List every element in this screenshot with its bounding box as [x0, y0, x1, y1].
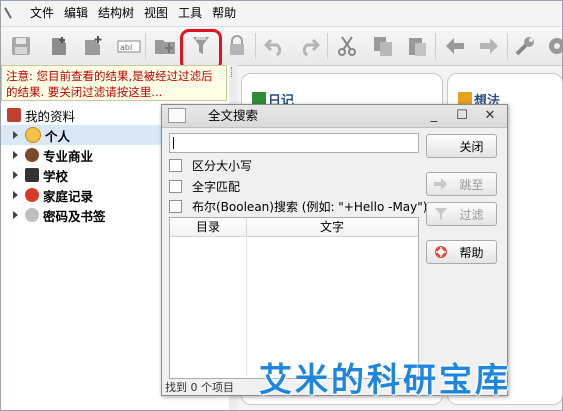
heart-icon [25, 188, 39, 202]
filter-notice[interactable]: 注意: 您目前查看的结果,是被经过过滤后的结果. 要关闭过滤请按这里... [1, 65, 227, 101]
tree-root-label: 我的资料 [25, 108, 76, 124]
toolbar-separator [255, 33, 256, 59]
svg-text:abl: abl [120, 43, 132, 52]
option-whole-word[interactable]: 全字匹配 [169, 178, 240, 195]
toolbar-separator [145, 33, 146, 59]
toolbar-separator [435, 33, 436, 59]
column-folder[interactable]: 目录 [170, 218, 247, 236]
forward-icon[interactable] [475, 32, 503, 60]
option-label: 全字匹配 [192, 180, 241, 194]
copy-icon[interactable] [369, 32, 397, 60]
key-icon [25, 208, 39, 222]
paste-icon[interactable] [403, 32, 431, 60]
jump-button-label: 跳至 [459, 177, 484, 192]
dialog-title: 全文搜索 [208, 108, 259, 123]
option-boolean[interactable]: 布尔(Boolean)搜索 (例如: "+Hello -May") [169, 198, 427, 215]
cut-icon[interactable] [333, 32, 361, 60]
menu-tree[interactable]: 结构树 [93, 1, 139, 25]
application-window: 文件 编辑 结构树 视图 工具 帮助 abl 注意: 您目前查看的结果,是被经过… [0, 0, 563, 411]
menu-tools[interactable]: 工具 [173, 1, 207, 25]
app-icon [5, 6, 19, 20]
watermark-text: 艾米的科研宝库 [259, 360, 511, 399]
toolbar-separator [507, 33, 508, 59]
close-button-label: 关闭 [459, 139, 484, 154]
option-label: 区分大小写 [192, 159, 253, 173]
arrow-right-icon [432, 176, 450, 192]
expand-icon[interactable] [13, 211, 18, 219]
results-status: 找到 0 个项目 [165, 381, 234, 394]
jump-button[interactable]: 跳至 [426, 172, 497, 196]
filter-button[interactable]: 过滤 [426, 202, 497, 226]
close-window-button[interactable]: ✕ [476, 105, 504, 127]
option-case-sensitive[interactable]: 区分大小写 [169, 157, 252, 174]
undo-icon[interactable] [261, 32, 289, 60]
ideas-icon [458, 92, 472, 104]
case-sensitive-checkbox[interactable] [169, 159, 182, 172]
menu-edit[interactable]: 编辑 [59, 1, 93, 25]
expand-icon[interactable] [13, 171, 18, 179]
option-label: 布尔(Boolean)搜索 (例如: "+Hello -May") [192, 200, 428, 214]
close-button[interactable]: 关闭 [426, 134, 497, 158]
lifebuoy-icon [432, 244, 450, 260]
whole-word-checkbox[interactable] [169, 180, 182, 193]
column-divider [246, 237, 247, 377]
redo-icon[interactable] [295, 32, 323, 60]
search-dialog-icon [168, 108, 186, 123]
column-text[interactable]: 文字 [247, 218, 417, 236]
help-button[interactable]: 帮助 [426, 240, 497, 264]
tree-item-label: 密码及书签 [43, 208, 106, 224]
menu-view[interactable]: 视图 [139, 1, 173, 25]
new-sibling-icon[interactable] [45, 32, 73, 60]
new-child-icon[interactable] [79, 32, 107, 60]
tree-item-label: 个人 [45, 128, 71, 144]
toolbar-separator [327, 33, 328, 59]
save-icon[interactable] [7, 32, 35, 60]
handshake-icon [25, 148, 39, 162]
menu-help[interactable]: 帮助 [207, 1, 241, 25]
menu-file[interactable]: 文件 [25, 1, 59, 25]
funnel-icon [432, 206, 450, 222]
text-caret [173, 137, 174, 149]
tree-item-label: 专业商业 [43, 148, 94, 164]
tools-icon[interactable] [511, 32, 539, 60]
filter-button-label: 过滤 [459, 207, 484, 222]
tree-item-label: 家庭记录 [43, 188, 94, 204]
expand-icon[interactable] [13, 151, 18, 159]
smiley-icon [25, 127, 41, 143]
minimize-button[interactable]: _ [420, 105, 448, 127]
expand-icon[interactable] [13, 191, 18, 199]
rename-icon[interactable]: abl [115, 32, 143, 60]
menu-bar: 文件 编辑 结构树 视图 工具 帮助 [1, 1, 562, 25]
dialog-titlebar[interactable]: 全文搜索 _ ☐ ✕ [162, 105, 507, 128]
book-icon [7, 108, 21, 122]
back-icon[interactable] [441, 32, 469, 60]
expand-icon[interactable] [13, 131, 18, 139]
search-input[interactable] [169, 133, 419, 153]
tree-item-label: 学校 [43, 168, 69, 184]
maximize-button[interactable]: ☐ [448, 105, 476, 127]
settings-icon[interactable] [543, 32, 563, 60]
open-folder-icon[interactable] [151, 32, 179, 60]
boolean-checkbox[interactable] [169, 200, 182, 213]
diary-icon [252, 92, 266, 104]
lock-icon[interactable] [223, 32, 251, 60]
toolbar: abl [1, 26, 563, 66]
help-button-label: 帮助 [459, 245, 484, 260]
results-header: 目录 文字 [170, 218, 418, 237]
graduation-cap-icon [25, 168, 39, 182]
